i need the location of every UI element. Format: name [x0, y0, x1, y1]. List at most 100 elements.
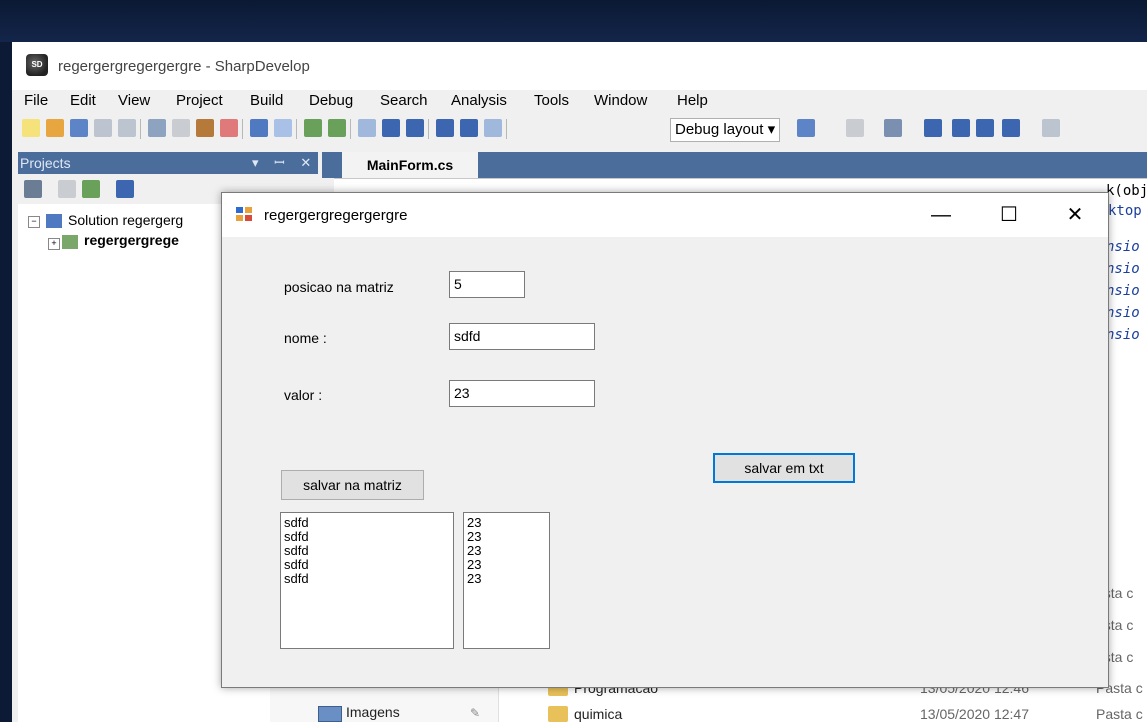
stop-icon[interactable]	[406, 119, 424, 137]
sharpdevelop-logo-icon: SD	[26, 54, 48, 76]
nav-item-imagens[interactable]: Imagens	[346, 704, 400, 720]
names-listbox[interactable]: sdfd sdfd sdfd sdfd sdfd	[280, 512, 454, 649]
bookmark-icon[interactable]	[846, 119, 864, 137]
menu-help[interactable]: Help	[677, 92, 708, 109]
solution-icon	[46, 214, 62, 228]
unindent-icon[interactable]	[976, 119, 994, 137]
tree-item-project[interactable]: regergergrege	[84, 232, 179, 248]
salvar-txt-button[interactable]: salvar em txt	[713, 453, 855, 483]
layout-dropdown-label: Debug layout	[675, 121, 764, 138]
collapse-toggle-icon[interactable]: −	[28, 216, 40, 228]
maximize-button[interactable]: ☐	[986, 201, 1032, 229]
list-item[interactable]: 23	[467, 530, 546, 544]
outline-icon[interactable]	[884, 119, 902, 137]
label-posicao: posicao na matriz	[284, 279, 394, 295]
step-out-icon[interactable]	[484, 119, 502, 137]
code-line: nsio	[1106, 261, 1140, 277]
file-date: 13/05/2020 12:47	[920, 706, 1029, 722]
expand-toggle-icon[interactable]: +	[48, 238, 60, 250]
step-into-icon[interactable]	[460, 119, 478, 137]
nome-input[interactable]: sdfd	[449, 323, 595, 350]
show-all-files-icon[interactable]	[58, 180, 76, 198]
toolbar-separator	[140, 119, 141, 139]
redo-icon[interactable]	[274, 119, 292, 137]
properties-icon[interactable]	[24, 180, 42, 198]
search-icon[interactable]	[1042, 119, 1060, 137]
tree-item-solution[interactable]: Solution regergerg	[68, 212, 183, 228]
menu-bar: File Edit View Project Build Debug Searc…	[12, 90, 1147, 112]
posicao-input[interactable]: 5	[449, 271, 525, 298]
toolbar-separator	[242, 119, 243, 139]
copy-icon[interactable]	[172, 119, 190, 137]
open-project-icon[interactable]	[70, 119, 88, 137]
form-window: regergergregergergre — ☐ ✕ posicao na ma…	[221, 192, 1109, 688]
values-listbox[interactable]: 23 23 23 23 23	[463, 512, 550, 649]
build-icon[interactable]	[304, 119, 322, 137]
folder-icon	[548, 706, 568, 722]
code-line: ktop	[1108, 203, 1142, 219]
code-line: nsio	[1106, 283, 1140, 299]
pictures-folder-icon	[318, 706, 342, 722]
run-icon[interactable]	[358, 119, 376, 137]
open-icon[interactable]	[46, 119, 64, 137]
valor-input[interactable]: 23	[449, 380, 595, 407]
chevron-down-icon: ▾	[767, 121, 776, 138]
code-line: nsio	[1106, 305, 1140, 321]
file-name[interactable]: quimica	[574, 706, 622, 722]
refresh-icon[interactable]	[82, 180, 100, 198]
salvar-matriz-button[interactable]: salvar na matriz	[281, 470, 424, 500]
projects-panel-controls[interactable]: ▾ ꟷ ✕	[252, 153, 317, 171]
toolbar-separator	[506, 119, 507, 139]
build-solution-icon[interactable]	[328, 119, 346, 137]
code-line: nsio	[1106, 239, 1140, 255]
indent-icon[interactable]	[952, 119, 970, 137]
menu-file[interactable]: File	[24, 92, 48, 109]
toolbar-separator	[428, 119, 429, 139]
save-icon[interactable]	[94, 119, 112, 137]
menu-build[interactable]: Build	[250, 92, 283, 109]
list-item[interactable]: sdfd	[284, 544, 450, 558]
collapse-icon[interactable]	[116, 180, 134, 198]
find-icon[interactable]	[797, 119, 815, 137]
undo-icon[interactable]	[250, 119, 268, 137]
cut-icon[interactable]	[148, 119, 166, 137]
ide-titlebar[interactable]: SD regergergregergergre - SharpDevelop	[12, 42, 1147, 90]
list-item[interactable]: sdfd	[284, 558, 450, 572]
toolbar-separator	[296, 119, 297, 139]
comment-remove-icon[interactable]	[1002, 119, 1020, 137]
menu-analysis[interactable]: Analysis	[451, 92, 507, 109]
list-item[interactable]: 23	[467, 544, 546, 558]
menu-edit[interactable]: Edit	[70, 92, 96, 109]
tab-mainform[interactable]: MainForm.cs	[342, 152, 478, 178]
list-item[interactable]: 23	[467, 572, 546, 586]
ide-title: regergergregergergre - SharpDevelop	[58, 58, 310, 75]
list-item[interactable]: sdfd	[284, 530, 450, 544]
paste-icon[interactable]	[196, 119, 214, 137]
form-titlebar[interactable]: regergergregergergre — ☐ ✕	[222, 193, 1108, 237]
menu-search[interactable]: Search	[380, 92, 428, 109]
menu-tools[interactable]: Tools	[534, 92, 569, 109]
list-item[interactable]: 23	[467, 516, 546, 530]
close-button[interactable]: ✕	[1052, 201, 1098, 229]
form-app-icon	[235, 205, 253, 223]
toggle-comment-icon[interactable]	[924, 119, 942, 137]
list-item[interactable]: sdfd	[284, 572, 450, 586]
save-all-icon[interactable]	[118, 119, 136, 137]
label-nome: nome :	[284, 330, 327, 346]
toolbar-separator	[350, 119, 351, 139]
pin-icon[interactable]: ✎	[470, 706, 480, 720]
menu-view[interactable]: View	[118, 92, 150, 109]
new-file-icon[interactable]	[22, 119, 40, 137]
csharp-project-icon	[62, 235, 78, 249]
menu-window[interactable]: Window	[594, 92, 647, 109]
step-over-icon[interactable]	[436, 119, 454, 137]
list-item[interactable]: 23	[467, 558, 546, 572]
pause-icon[interactable]	[382, 119, 400, 137]
minimize-button[interactable]: —	[918, 201, 964, 229]
menu-debug[interactable]: Debug	[309, 92, 353, 109]
form-title: regergergregergergre	[264, 207, 408, 224]
list-item[interactable]: sdfd	[284, 516, 450, 530]
layout-dropdown[interactable]: Debug layout ▾	[670, 118, 781, 142]
menu-project[interactable]: Project	[176, 92, 223, 109]
delete-icon[interactable]	[220, 119, 238, 137]
